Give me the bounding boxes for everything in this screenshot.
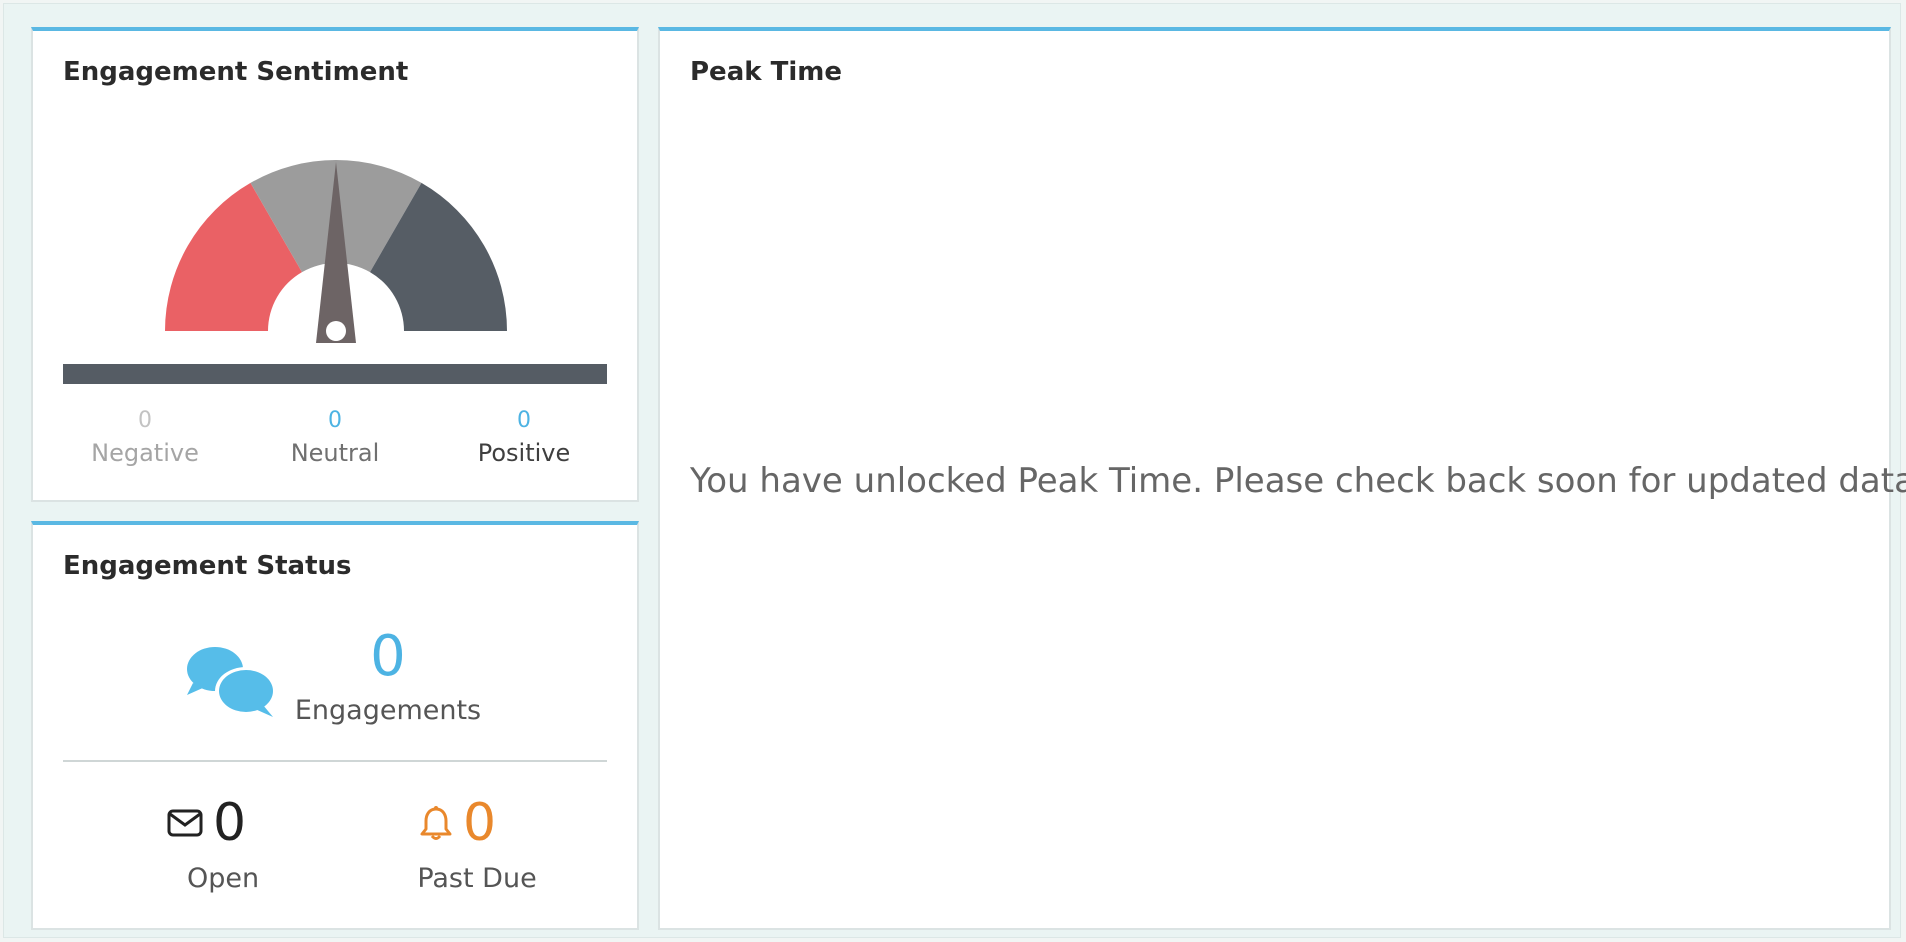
sentiment-positive: 0 Positive	[444, 407, 604, 471]
open-stat[interactable]: 0	[167, 793, 246, 853]
neutral-count: 0	[328, 408, 342, 433]
engagement-sentiment-card: Engagement Sentiment 0 Negative 0 Neutra…	[31, 27, 639, 502]
positive-count: 0	[517, 408, 531, 433]
past-due-stat[interactable]: 0	[419, 793, 496, 853]
dashboard-frame: Engagement Sentiment 0 Negative 0 Neutra…	[3, 3, 1906, 938]
positive-label: Positive	[477, 439, 571, 467]
envelope-icon	[167, 809, 203, 837]
engagements-count: 0	[370, 624, 406, 689]
neutral-label: Neutral	[290, 439, 380, 467]
past-due-label: Past Due	[417, 863, 537, 894]
open-count: 0	[213, 793, 247, 853]
peak-time-title: Peak Time	[690, 57, 842, 87]
engagements-label: Engagements	[294, 695, 482, 726]
peak-time-card: Peak Time You have unlocked Peak Time. P…	[658, 27, 1906, 930]
status-divider	[63, 760, 607, 762]
negative-label: Negative	[91, 439, 199, 467]
sentiment-gauge	[165, 159, 507, 343]
bell-icon	[420, 806, 452, 840]
past-due-count: 0	[463, 793, 497, 853]
open-label: Open	[186, 863, 260, 894]
sentiment-bar	[63, 364, 607, 384]
negative-count: 0	[138, 408, 152, 433]
chat-bubbles-icon	[187, 647, 277, 717]
engagement-status-title: Engagement Status	[63, 551, 352, 581]
peak-time-message: You have unlocked Peak Time. Please chec…	[690, 461, 1906, 501]
sentiment-negative: 0 Negative	[65, 407, 225, 471]
sentiment-neutral: 0 Neutral	[255, 407, 415, 471]
engagement-sentiment-title: Engagement Sentiment	[63, 57, 409, 87]
gauge-needle-hub	[326, 321, 346, 341]
engagement-status-card: Engagement Status 0 Engagements 0 Open 0…	[31, 521, 639, 930]
